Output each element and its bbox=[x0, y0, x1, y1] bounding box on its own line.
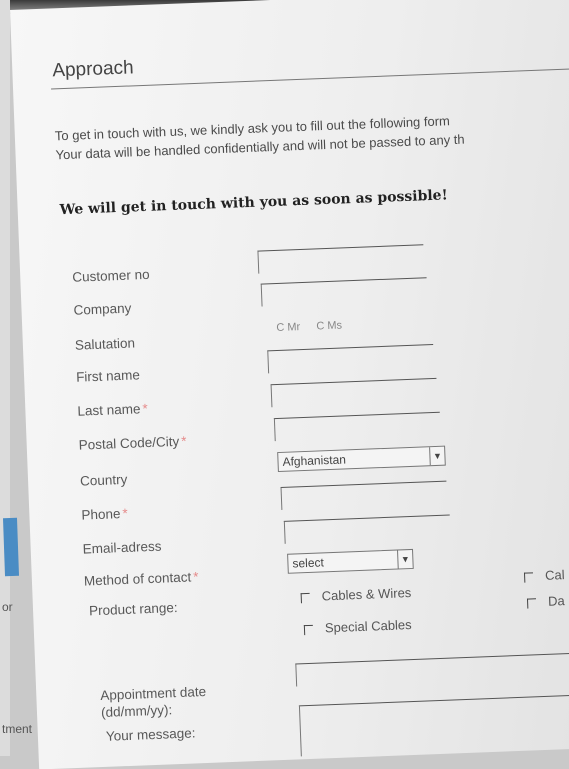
checkbox-icon[interactable] bbox=[526, 597, 537, 609]
first-name-input[interactable] bbox=[267, 344, 435, 374]
method-value: select bbox=[292, 555, 325, 571]
label-customer-no: Customer no bbox=[72, 267, 150, 285]
left-edge-text-tment: tment bbox=[2, 722, 33, 736]
label-text: Company bbox=[73, 300, 132, 318]
label-appointment: Appointment date (dd/mm/yy): bbox=[100, 683, 207, 721]
label-message: Your message: bbox=[106, 725, 196, 743]
label-last-name: Last name* bbox=[77, 401, 148, 419]
label-first-name: First name bbox=[76, 367, 140, 384]
label-text: Product range: bbox=[88, 600, 178, 619]
checkbox-icon[interactable] bbox=[300, 592, 310, 603]
checkbox-label: Da bbox=[547, 593, 565, 609]
checkbox-right-1[interactable]: Cal bbox=[523, 567, 565, 584]
method-select[interactable]: select ▼ bbox=[287, 548, 414, 574]
radio-label: Ms bbox=[327, 319, 343, 333]
required-asterisk: * bbox=[122, 505, 129, 522]
form-page: Approach To get in touch with us, we kin… bbox=[10, 0, 569, 769]
dropdown-arrow-icon[interactable]: ▼ bbox=[397, 549, 413, 569]
label-text: Last name bbox=[77, 401, 141, 419]
last-name-input[interactable] bbox=[270, 377, 438, 408]
checkbox-special-cables[interactable]: Special Cables bbox=[303, 617, 412, 636]
required-asterisk: * bbox=[192, 569, 199, 585]
radio-icon: C bbox=[316, 320, 325, 333]
label-country: Country bbox=[80, 472, 128, 489]
checkbox-label: Cal bbox=[544, 567, 565, 583]
label-text: First name bbox=[75, 367, 141, 385]
label-text: Customer no bbox=[72, 266, 150, 285]
appointment-date-input[interactable] bbox=[295, 652, 569, 687]
company-input[interactable] bbox=[260, 277, 428, 307]
label-text: Email-adress bbox=[82, 538, 162, 557]
label-text: Your message: bbox=[105, 725, 196, 744]
label-text: Phone bbox=[81, 506, 121, 523]
required-asterisk: * bbox=[180, 433, 187, 449]
checkbox-label: Special Cables bbox=[324, 617, 412, 636]
label-postal-city: Postal Code/City* bbox=[78, 434, 186, 453]
label-text: Country bbox=[79, 471, 128, 489]
left-background bbox=[0, 0, 10, 756]
label-text: Salutation bbox=[74, 335, 136, 353]
required-asterisk: * bbox=[142, 401, 148, 417]
contact-note: We will get in touch with you as soon as… bbox=[59, 187, 449, 219]
label-text: Postal Code/City bbox=[78, 433, 180, 453]
label-text: Method of contact bbox=[83, 569, 192, 589]
label-text: (dd/mm/yy): bbox=[100, 702, 173, 721]
country-select[interactable]: Afghanistan ▼ bbox=[277, 445, 446, 473]
dropdown-arrow-icon[interactable]: ▼ bbox=[429, 446, 445, 466]
customer-no-input[interactable] bbox=[257, 244, 425, 274]
checkbox-icon[interactable] bbox=[303, 624, 314, 635]
email-input[interactable] bbox=[283, 514, 451, 544]
country-value: Afghanistan bbox=[282, 452, 347, 469]
page-title: Approach bbox=[51, 57, 135, 82]
label-company: Company bbox=[73, 301, 131, 318]
checkbox-icon[interactable] bbox=[523, 571, 534, 583]
label-product-range: Product range: bbox=[89, 600, 178, 618]
message-textarea[interactable] bbox=[298, 694, 569, 757]
radio-label: Mr bbox=[287, 321, 301, 334]
salutation-mr-radio[interactable]: C Mr bbox=[276, 321, 300, 334]
blue-sidebar-accent bbox=[2, 517, 20, 577]
label-salutation: Salutation bbox=[75, 335, 136, 352]
label-phone: Phone* bbox=[81, 506, 128, 523]
checkbox-label: Cables & Wires bbox=[321, 585, 412, 604]
radio-icon: C bbox=[276, 321, 285, 335]
left-edge-text-or: or bbox=[2, 600, 13, 614]
phone-input[interactable] bbox=[280, 480, 448, 510]
postal-city-input[interactable] bbox=[273, 411, 441, 442]
label-method: Method of contact* bbox=[84, 569, 199, 588]
salutation-ms-radio[interactable]: C Ms bbox=[316, 319, 342, 332]
checkbox-cables-wires[interactable]: Cables & Wires bbox=[300, 585, 412, 604]
intro-text: To get in touch with us, we kindly ask y… bbox=[55, 111, 465, 165]
label-email: Email-adress bbox=[82, 539, 161, 557]
checkbox-right-2[interactable]: Da bbox=[526, 593, 565, 609]
